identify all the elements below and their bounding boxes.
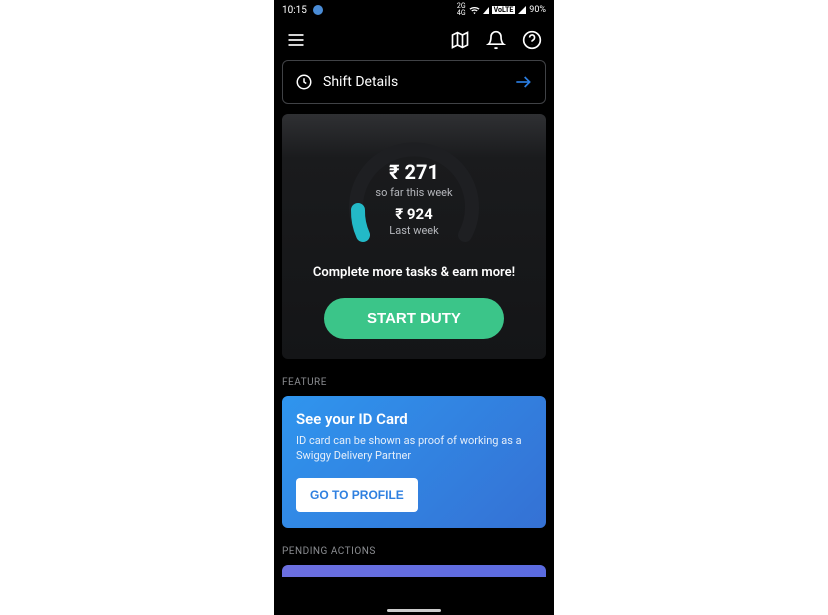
app-bar — [274, 20, 554, 60]
signal-icon-2 — [518, 6, 526, 14]
feature-title: See your ID Card — [296, 410, 532, 428]
feature-card[interactable]: See your ID Card ID card can be shown as… — [282, 396, 546, 528]
battery-text: 90% — [529, 5, 546, 15]
bell-icon[interactable] — [486, 30, 506, 50]
menu-icon[interactable] — [286, 30, 306, 50]
feature-section-label: FEATURE — [282, 377, 546, 388]
phone-screen: 10:15 2G4G VoLTE 90% — [274, 0, 554, 615]
go-to-profile-button[interactable]: GO TO PROFILE — [296, 478, 418, 512]
arrow-right-icon — [513, 72, 533, 92]
wifi-icon — [469, 5, 480, 16]
app-status-icon — [313, 5, 323, 15]
shift-details-label: Shift Details — [323, 74, 398, 90]
help-icon[interactable] — [522, 30, 542, 50]
status-time: 10:15 — [282, 5, 307, 16]
pending-section-label: PENDING ACTIONS — [282, 546, 546, 557]
volte-badge: VoLTE — [492, 6, 516, 14]
clock-icon — [295, 73, 313, 91]
earnings-prompt: Complete more tasks & earn more! — [294, 265, 534, 280]
feature-description: ID card can be shown as proof of working… — [296, 434, 532, 464]
current-week-label: so far this week — [344, 186, 484, 199]
current-week-amount: ₹ 271 — [344, 160, 484, 184]
earnings-card: ₹ 271 so far this week ₹ 924 Last week C… — [282, 114, 546, 359]
home-indicator[interactable] — [387, 609, 441, 612]
earnings-gauge: ₹ 271 so far this week ₹ 924 Last week — [344, 130, 484, 255]
status-left: 10:15 — [282, 5, 323, 16]
map-icon[interactable] — [450, 30, 470, 50]
pending-actions-card[interactable] — [282, 565, 546, 577]
status-bar: 10:15 2G4G VoLTE 90% — [274, 0, 554, 20]
last-week-amount: ₹ 924 — [344, 205, 484, 223]
shift-details-card[interactable]: Shift Details — [282, 60, 546, 104]
network-icon: 2G4G — [457, 3, 466, 17]
start-duty-button[interactable]: START DUTY — [324, 298, 504, 339]
last-week-label: Last week — [344, 224, 484, 237]
signal-icon-1 — [483, 7, 489, 14]
status-right: 2G4G VoLTE 90% — [457, 3, 546, 17]
